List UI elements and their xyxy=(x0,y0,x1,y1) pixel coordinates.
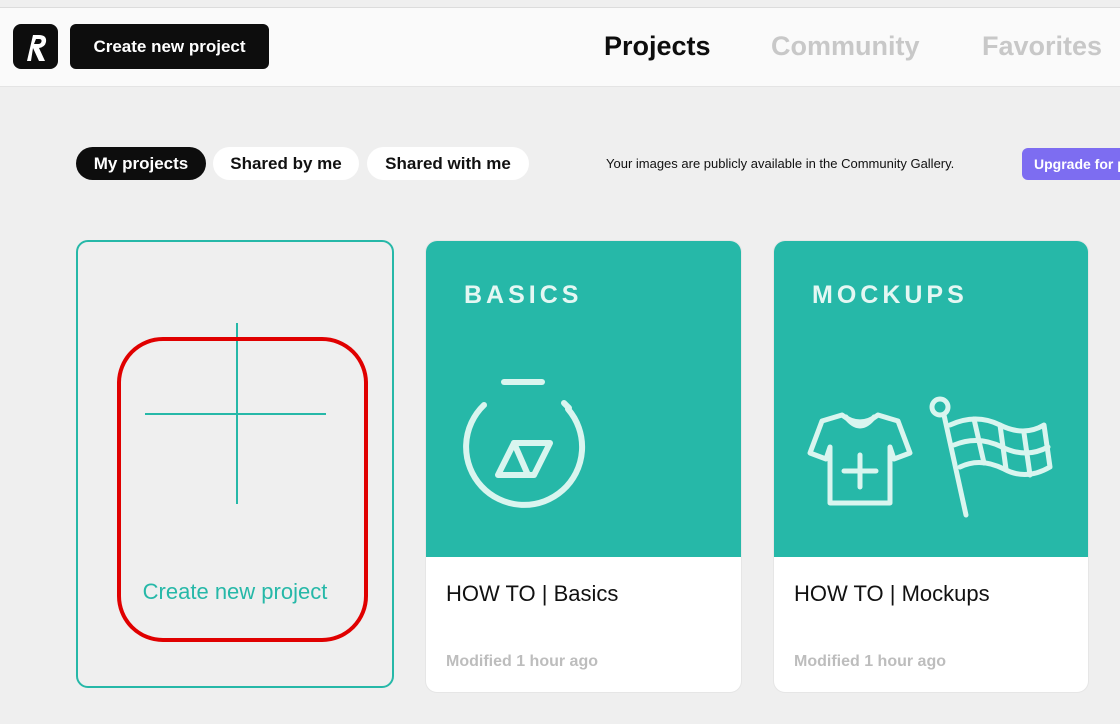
app-header: Create new project Projects Community Fa… xyxy=(0,8,1120,87)
create-new-project-button[interactable]: Create new project xyxy=(70,24,269,69)
filter-shared-with-me[interactable]: Shared with me xyxy=(367,147,529,180)
create-new-project-label: Create new project xyxy=(142,579,328,604)
project-modified: Modified 1 hour ago xyxy=(794,653,946,670)
nav-favorites[interactable]: Favorites xyxy=(982,28,1102,64)
app-logo-icon[interactable] xyxy=(13,24,58,69)
filter-shared-by-me[interactable]: Shared by me xyxy=(213,147,359,180)
project-thumbnail: MOCKUPS xyxy=(774,241,1088,557)
stopwatch-logo-icon xyxy=(463,379,586,508)
nav-community[interactable]: Community xyxy=(771,28,920,64)
project-title: HOW TO | Basics xyxy=(446,581,619,606)
thumbnail-title: MOCKUPS xyxy=(812,281,968,309)
public-gallery-notice: Your images are publicly available in th… xyxy=(606,156,955,171)
create-new-project-card[interactable]: Create new project xyxy=(76,240,394,688)
project-thumbnail: BASICS xyxy=(426,241,741,557)
thumbnail-title: BASICS xyxy=(464,281,583,309)
nav-projects[interactable]: Projects xyxy=(604,28,711,64)
filter-my-projects[interactable]: My projects xyxy=(76,147,206,180)
project-card-mockups[interactable]: MOCKUPS HOW TO | Mockups Modified 1 hour… xyxy=(773,240,1089,693)
top-border xyxy=(0,0,1120,8)
project-card-basics[interactable]: BASICS HOW TO | Basics Modified 1 hour a… xyxy=(425,240,742,693)
tshirt-flag-icon xyxy=(807,396,1053,518)
project-title: HOW TO | Mockups xyxy=(794,581,990,606)
project-modified: Modified 1 hour ago xyxy=(446,653,598,670)
upgrade-button[interactable]: Upgrade for p xyxy=(1022,148,1120,180)
plus-icon-horizontal xyxy=(145,413,326,415)
